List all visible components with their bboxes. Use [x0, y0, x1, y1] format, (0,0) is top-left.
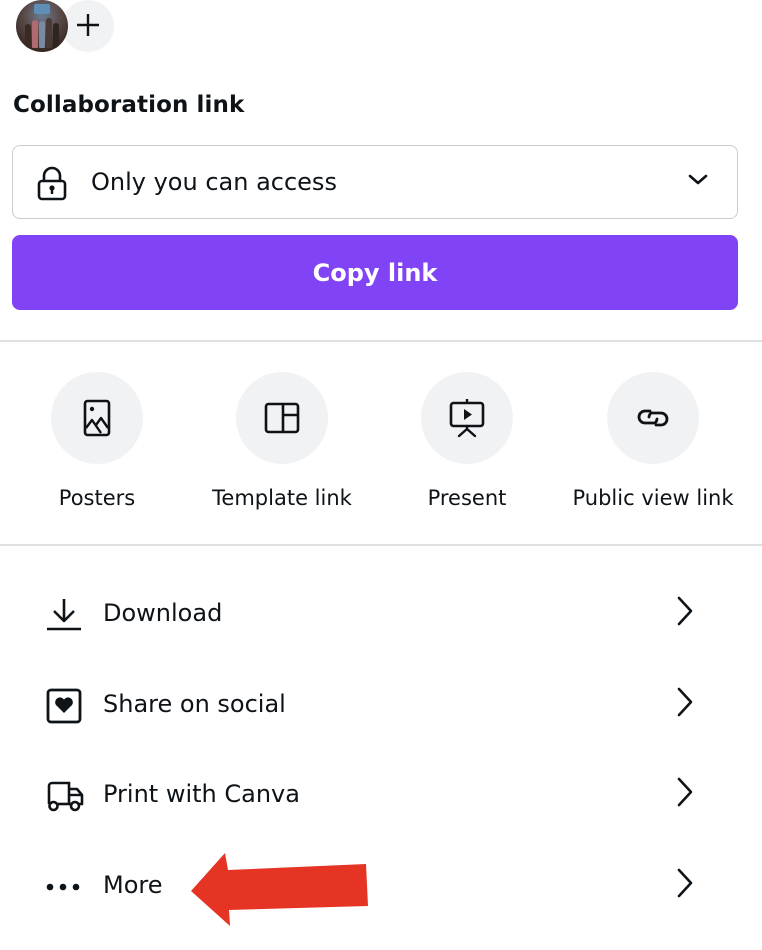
- divider: [0, 544, 762, 546]
- heart-box-icon: [46, 688, 82, 724]
- avatar[interactable]: [16, 0, 68, 52]
- delivery-truck-icon: [47, 781, 84, 812]
- menu-item-print-with-canva[interactable]: Print with Canva: [0, 756, 762, 836]
- menu-item-label: More: [103, 871, 163, 899]
- chevron-right-icon: [677, 687, 693, 717]
- more-dots-icon: [46, 883, 80, 891]
- chevron-down-icon: [688, 174, 708, 185]
- chevron-right-icon: [677, 777, 693, 807]
- copy-link-button[interactable]: Copy link: [12, 235, 738, 310]
- chevron-right-icon: [677, 596, 693, 626]
- quick-action-present[interactable]: Present: [377, 372, 557, 522]
- menu-item-label: Share on social: [103, 690, 286, 718]
- chevron-right-icon: [677, 868, 693, 898]
- menu-item-download[interactable]: Download: [0, 575, 762, 655]
- menu-item-label: Download: [103, 599, 223, 627]
- quick-action-posters[interactable]: Posters: [7, 372, 187, 522]
- access-level-value: Only you can access: [91, 168, 337, 196]
- download-icon: [47, 599, 81, 631]
- quick-action-public-view-link[interactable]: Public view link: [563, 372, 743, 522]
- divider: [0, 340, 762, 342]
- lock-icon: [37, 166, 67, 201]
- quick-action-template-link[interactable]: Template link: [192, 372, 372, 522]
- menu-item-label: Print with Canva: [103, 780, 300, 808]
- plus-icon: [77, 14, 99, 36]
- link-icon: [637, 409, 669, 427]
- poster-image-icon: [83, 399, 111, 437]
- collaboration-link-heading: Collaboration link: [13, 92, 245, 118]
- add-collaborator-button[interactable]: [62, 0, 114, 52]
- access-level-dropdown[interactable]: Only you can access: [12, 145, 738, 219]
- presentation-screen-icon: [449, 399, 485, 438]
- quick-action-label: Public view link: [572, 486, 734, 510]
- menu-item-share-on-social[interactable]: Share on social: [0, 666, 762, 746]
- template-layout-icon: [264, 402, 300, 434]
- menu-item-more[interactable]: More: [0, 847, 762, 927]
